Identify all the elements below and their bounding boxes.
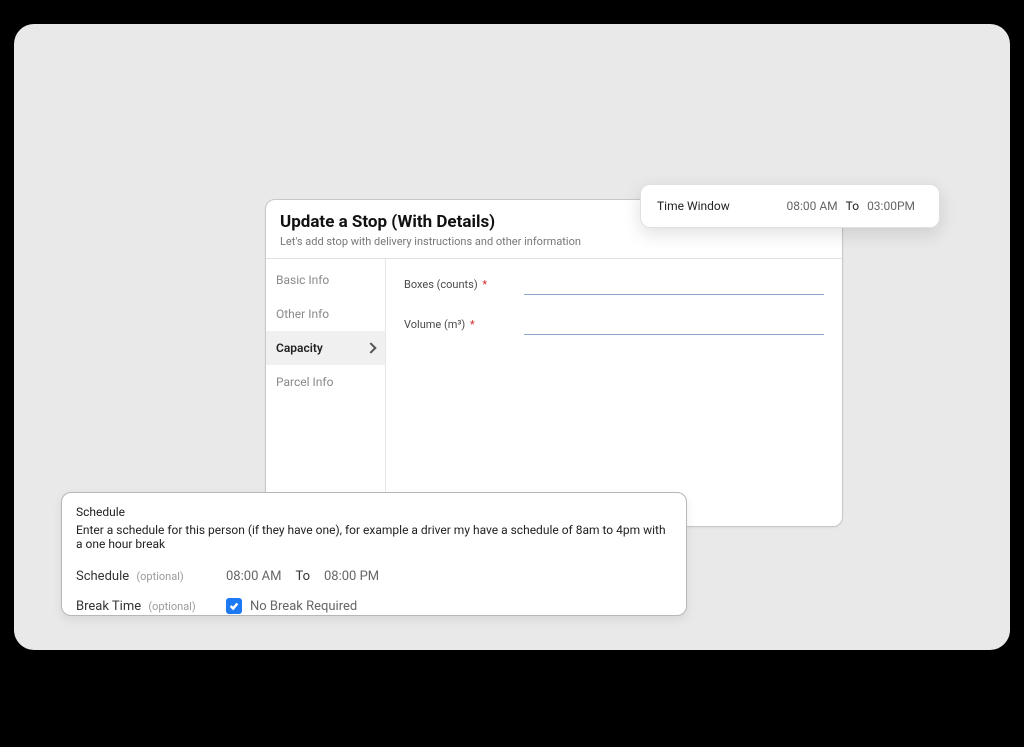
tab-capacity[interactable]: Capacity [266,331,385,365]
time-window-card: Time Window 08:00 AM To 03:00PM [640,184,940,228]
dialog-subtitle: Let's add stop with delivery instruction… [280,235,828,248]
check-icon [229,601,239,611]
volume-input[interactable] [524,313,824,335]
time-window-label: Time Window [657,199,730,213]
schedule-to-label: To [295,569,310,584]
tab-label: Other Info [276,307,329,321]
schedule-label: Schedule (optional) [76,569,226,584]
schedule-to[interactable]: 08:00 PM [324,569,379,584]
break-label: Break Time (optional) [76,599,226,614]
field-boxes: Boxes (counts) * [404,273,824,295]
schedule-card: Schedule Enter a schedule for this perso… [61,492,687,616]
field-label-boxes: Boxes (counts) * [404,278,524,291]
tab-label: Basic Info [276,273,329,287]
schedule-description: Enter a schedule for this person (if the… [76,523,672,551]
field-label-volume: Volume (m³) * [404,318,524,331]
tab-parcel-info[interactable]: Parcel Info [266,365,385,399]
schedule-from[interactable]: 08:00 AM [226,569,281,584]
tab-label: Capacity [276,341,323,355]
dialog-content: Boxes (counts) * Volume (m³) * [386,259,842,527]
app-canvas: Update a Stop (With Details) Let's add s… [14,24,1010,650]
required-marker: * [482,278,487,291]
time-window-to[interactable]: 03:00PM [867,199,915,213]
boxes-input[interactable] [524,273,824,295]
optional-label: (optional) [148,600,195,613]
update-stop-dialog: Update a Stop (With Details) Let's add s… [265,199,843,527]
tab-label: Parcel Info [276,375,333,389]
schedule-title: Schedule [76,505,672,519]
time-window-from[interactable]: 08:00 AM [786,199,837,213]
field-volume: Volume (m³) * [404,313,824,335]
no-break-checkbox[interactable] [226,598,242,614]
time-window-to-label: To [846,199,859,213]
optional-label: (optional) [136,570,183,583]
dialog-sidebar: Basic Info Other Info Capacity Parcel In… [266,259,386,527]
schedule-row: Schedule (optional) 08:00 AM To 08:00 PM [76,569,672,584]
tab-basic-info[interactable]: Basic Info [266,263,385,297]
tab-other-info[interactable]: Other Info [266,297,385,331]
break-row: Break Time (optional) No Break Required [76,598,672,614]
required-marker: * [470,318,475,331]
chevron-right-icon [365,342,376,353]
no-break-label: No Break Required [250,599,357,614]
